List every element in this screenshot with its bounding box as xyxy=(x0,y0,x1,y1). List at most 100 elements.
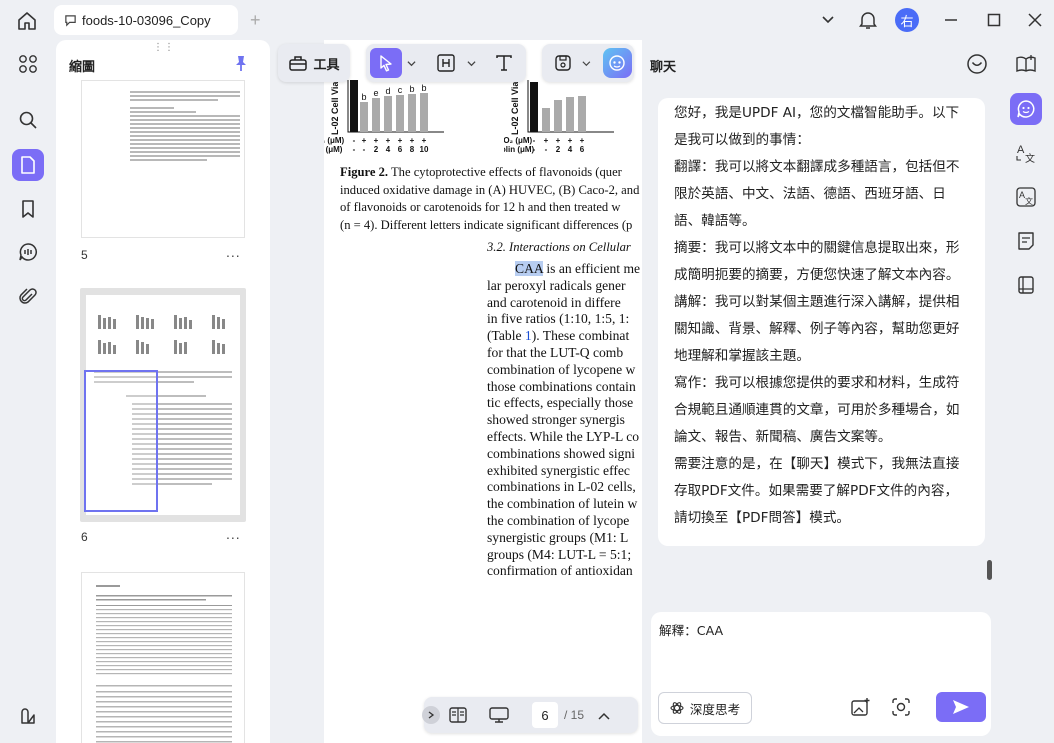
apps-grid-icon[interactable] xyxy=(12,48,44,80)
save-tool-button[interactable] xyxy=(548,48,577,78)
translate-icon[interactable]: A文 xyxy=(1010,137,1042,169)
minimize-icon[interactable] xyxy=(940,8,962,32)
chart-row1-label: H₂O₂ (μM) xyxy=(504,136,533,145)
send-icon xyxy=(953,700,969,714)
ai-chat-icon[interactable] xyxy=(1010,93,1042,125)
toolbox-icon xyxy=(289,56,308,71)
screenshot-icon[interactable] xyxy=(890,696,912,718)
bar-letter: e xyxy=(373,88,378,98)
document-area: L-02 Cell Via b e d c b b H₂O₂ (μM) Quer… xyxy=(272,40,642,743)
svg-text:+: + xyxy=(556,136,561,145)
chart-row2-label: Quercetin (μM) xyxy=(324,145,343,154)
svg-text:4: 4 xyxy=(386,145,391,154)
page-thumbnail-5[interactable] xyxy=(81,80,245,238)
ai-message: 您好，我是UPDF AI，您的文檔智能助手。以下是我可以做到的事情： 翻譯：我可… xyxy=(658,98,985,546)
svg-text:-: - xyxy=(363,145,366,154)
table-link[interactable]: 1 xyxy=(525,328,532,343)
panel-title: 縮圖 xyxy=(69,60,96,75)
bar-letter: b xyxy=(361,92,366,102)
panel-grip-icon[interactable]: ⋮⋮ xyxy=(153,42,175,53)
thumbnails-icon[interactable] xyxy=(12,149,44,181)
bar-letter: c xyxy=(398,85,403,95)
svg-text:6: 6 xyxy=(398,145,403,154)
avatar-letter: 右 xyxy=(895,8,919,32)
svg-text:6: 6 xyxy=(580,145,585,154)
viewport-indicator[interactable] xyxy=(84,370,158,512)
library-book-icon[interactable] xyxy=(1010,269,1042,301)
svg-text:+: + xyxy=(568,136,573,145)
ai-assistant-button[interactable] xyxy=(602,48,632,78)
bookmark-icon[interactable] xyxy=(12,193,44,225)
chat-scrollbar[interactable] xyxy=(987,560,992,580)
presentation-icon[interactable] xyxy=(488,705,510,730)
svg-text:2: 2 xyxy=(374,145,379,154)
deep-think-button[interactable]: 深度思考 xyxy=(658,692,752,724)
new-tab-button[interactable]: + xyxy=(250,10,261,30)
svg-text:A: A xyxy=(1017,144,1025,156)
two-page-view-icon[interactable] xyxy=(448,705,468,730)
chat-input[interactable]: 解釋：CAA 深度思考 xyxy=(651,612,991,736)
svg-text:2: 2 xyxy=(556,145,561,154)
body-paragraph[interactable]: CAA is an efficient me lar peroxyl radic… xyxy=(487,261,640,580)
comments-icon[interactable] xyxy=(12,236,44,268)
close-icon[interactable] xyxy=(1024,8,1046,32)
extra-toolbar xyxy=(542,44,634,82)
page-navigation-bar: 6 / 15 xyxy=(422,697,638,733)
layers-icon[interactable] xyxy=(12,700,44,732)
attachment-icon[interactable] xyxy=(12,281,44,313)
svg-text:+: + xyxy=(422,136,427,145)
chat-input-text[interactable]: 解釋：CAA xyxy=(659,620,723,639)
chat-panel: 聊天 您好，我是UPDF AI，您的文檔智能助手。以下是我可以做到的事情： 翻譯… xyxy=(642,40,998,743)
tab-title: foods-10-03096_Copy xyxy=(82,12,211,28)
svg-text:-: - xyxy=(545,145,548,154)
tools-toolbar: 工具 xyxy=(278,44,350,82)
maximize-icon[interactable] xyxy=(983,8,1005,32)
edit-toolbar xyxy=(366,44,526,82)
book-open-icon[interactable] xyxy=(1010,48,1042,80)
select-tool-button[interactable] xyxy=(370,48,402,78)
image-upload-icon[interactable] xyxy=(850,696,872,718)
chevron-up-icon[interactable] xyxy=(598,709,610,727)
heading-tool-button[interactable] xyxy=(430,48,462,78)
bell-icon[interactable] xyxy=(857,8,879,32)
chevron-down-icon[interactable] xyxy=(582,59,591,68)
highlighted-text[interactable]: CAA xyxy=(515,261,543,276)
collapse-left-icon[interactable] xyxy=(422,706,440,724)
svg-text:-: - xyxy=(353,145,356,154)
total-pages: / 15 xyxy=(564,708,585,722)
translate-page-icon[interactable]: A文 xyxy=(1010,181,1042,213)
chart-row1-label: H₂O₂ (μM) xyxy=(324,136,345,145)
page7-preview xyxy=(96,585,232,743)
summarize-icon[interactable] xyxy=(1010,225,1042,257)
svg-text:+: + xyxy=(410,136,415,145)
tools-button[interactable]: 工具 xyxy=(280,48,348,78)
svg-text:4: 4 xyxy=(568,145,573,154)
pin-icon[interactable] xyxy=(232,54,250,72)
svg-text:+: + xyxy=(544,136,549,145)
chevron-down-icon[interactable] xyxy=(467,59,476,68)
right-rail: A文 A文 xyxy=(998,40,1054,743)
atom-icon xyxy=(670,702,684,714)
svg-text:+: + xyxy=(386,136,391,145)
document-tab[interactable]: foods-10-03096_Copy xyxy=(54,5,238,35)
smile-icon[interactable] xyxy=(966,53,988,75)
page-more-button[interactable]: ... xyxy=(226,526,241,542)
search-icon[interactable] xyxy=(12,104,44,136)
text-tool-button[interactable] xyxy=(488,48,520,78)
chevron-down-icon[interactable] xyxy=(407,59,416,68)
page-more-button[interactable]: ... xyxy=(226,244,241,260)
current-page-input[interactable]: 6 xyxy=(532,702,558,728)
chart-row2-label: Luteolin (μM) xyxy=(504,145,535,154)
text-icon xyxy=(496,55,512,71)
bar-letter: d xyxy=(385,86,390,96)
page-thumbnail-7[interactable] xyxy=(81,572,245,743)
home-icon[interactable] xyxy=(16,10,38,32)
svg-text:+: + xyxy=(362,136,367,145)
svg-text:+: + xyxy=(374,136,379,145)
send-button[interactable] xyxy=(936,692,986,722)
avatar[interactable]: 右 xyxy=(895,8,919,32)
svg-text:+: + xyxy=(398,136,403,145)
tabs-dropdown-icon[interactable] xyxy=(818,8,838,32)
chart-ylabel: L-02 Cell Via xyxy=(330,81,340,135)
title-bar: foods-10-03096_Copy + 右 xyxy=(0,0,1054,40)
